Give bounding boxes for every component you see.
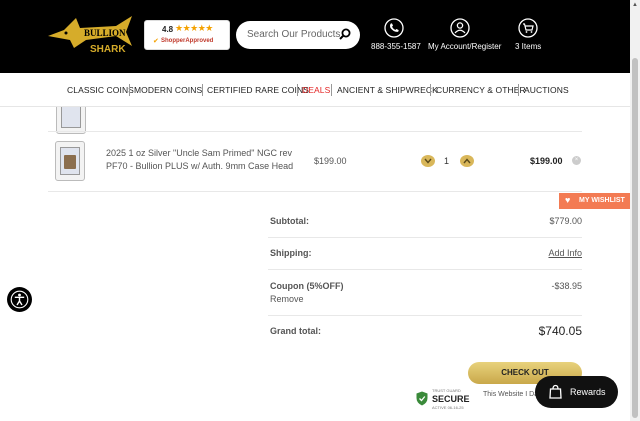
account-link[interactable]: My Account/Register: [428, 42, 501, 51]
phone-icon[interactable]: [384, 18, 404, 38]
accessibility-icon: [10, 290, 29, 309]
chevron-down-icon: [424, 158, 432, 164]
product-thumbnail[interactable]: [55, 141, 85, 181]
product-name[interactable]: 2025 1 oz Silver "Uncle Sam Primed" NGC …: [106, 147, 306, 173]
subtotal-value: $779.00: [549, 216, 582, 226]
rating-stars: ★★★★★: [175, 23, 213, 33]
coupon-value: -$38.95: [551, 281, 582, 291]
nav-divider: [331, 84, 332, 96]
shipping-add-info-link[interactable]: Add Info: [548, 248, 582, 258]
product-price: $199.00: [314, 156, 347, 166]
nav-divider: [518, 84, 519, 96]
phone-number[interactable]: 888-355-1587: [371, 42, 421, 51]
nav-currency-other[interactable]: CURRENCY & OTHER: [436, 85, 526, 95]
wishlist-button[interactable]: ♥ MY WISHLIST: [559, 193, 630, 209]
coupon-label: Coupon (5%OFF): [270, 281, 344, 291]
remove-item-button[interactable]: ×: [572, 156, 581, 165]
nav-modern-coins[interactable]: MODERN COINS: [134, 85, 202, 95]
summary-divider: [268, 237, 582, 238]
nav-certified-rare-coins[interactable]: CERTIFIED RARE COINS: [207, 85, 309, 95]
bullion-shark-logo[interactable]: BULLION SHARK: [46, 12, 134, 58]
grand-total-value: $740.05: [538, 324, 582, 338]
site-header: BULLION SHARK 4.8 ★★★★★ ✔ ShopperApprove…: [0, 0, 630, 73]
qty-value[interactable]: 1: [444, 156, 449, 166]
summary-divider: [268, 315, 582, 316]
nav-ancient-shipwreck[interactable]: ANCIENT & SHIPWRECK: [337, 85, 438, 95]
secure-label: SECURE: [432, 394, 470, 404]
shark-logo-icon: BULLION SHARK: [48, 16, 132, 55]
nav-divider: [129, 84, 130, 96]
nav-classic-coins[interactable]: CLASSIC COINS: [67, 85, 134, 95]
trust-guard-seal[interactable]: TRUST GUARD SECURE ACTIVE 06-16-25: [411, 386, 477, 412]
accessibility-button[interactable]: [7, 287, 32, 312]
nav-auctions[interactable]: AUCTIONS: [524, 85, 569, 95]
shopping-bag-icon: [549, 384, 562, 399]
cart-count[interactable]: 3 Items: [515, 42, 541, 51]
row-divider: [48, 191, 582, 192]
svg-text:BULLION: BULLION: [84, 28, 126, 38]
row-divider: [48, 131, 582, 132]
nav-divider: [202, 84, 203, 96]
search-placeholder: Search Our Products...: [247, 29, 349, 40]
check-icon: ✔: [153, 38, 159, 45]
main-nav: CLASSIC COINS MODERN COINS CERTIFIED RAR…: [0, 73, 630, 107]
grand-total-label: Grand total:: [270, 326, 321, 336]
heart-icon: ♥: [565, 195, 571, 205]
shopper-approved-rating[interactable]: 4.8 ★★★★★ ✔ ShopperApproved: [144, 20, 230, 50]
line-total: $199.00: [530, 156, 563, 166]
search-icon[interactable]: [339, 28, 351, 40]
svg-text:SHARK: SHARK: [90, 44, 126, 55]
qty-decrease-button[interactable]: [421, 155, 435, 167]
qty-increase-button[interactable]: [460, 155, 474, 167]
cart-icon[interactable]: [518, 18, 538, 38]
scrollbar-thumb[interactable]: [632, 58, 638, 418]
trust-text: This Website I Daily for your P: [483, 391, 543, 398]
subtotal-label: Subtotal:: [270, 216, 309, 226]
rewards-button[interactable]: Rewards: [535, 376, 618, 408]
scroll-up-icon[interactable]: ▲: [632, 2, 638, 8]
summary-divider: [268, 269, 582, 270]
nav-deals[interactable]: DEALS: [302, 85, 330, 95]
page-scrollbar[interactable]: ▲: [630, 0, 640, 421]
search-input[interactable]: Search Our Products...: [236, 21, 360, 49]
shopper-approved-badge: ShopperApproved: [161, 38, 214, 44]
coupon-remove-link[interactable]: Remove: [270, 294, 304, 304]
account-icon[interactable]: [450, 18, 470, 38]
shipping-label: Shipping:: [270, 248, 312, 258]
rating-score: 4.8: [162, 25, 174, 34]
shield-icon: [416, 391, 428, 406]
chevron-up-icon: [463, 158, 471, 164]
nav-divider: [430, 84, 431, 96]
nav-divider: [297, 84, 298, 96]
